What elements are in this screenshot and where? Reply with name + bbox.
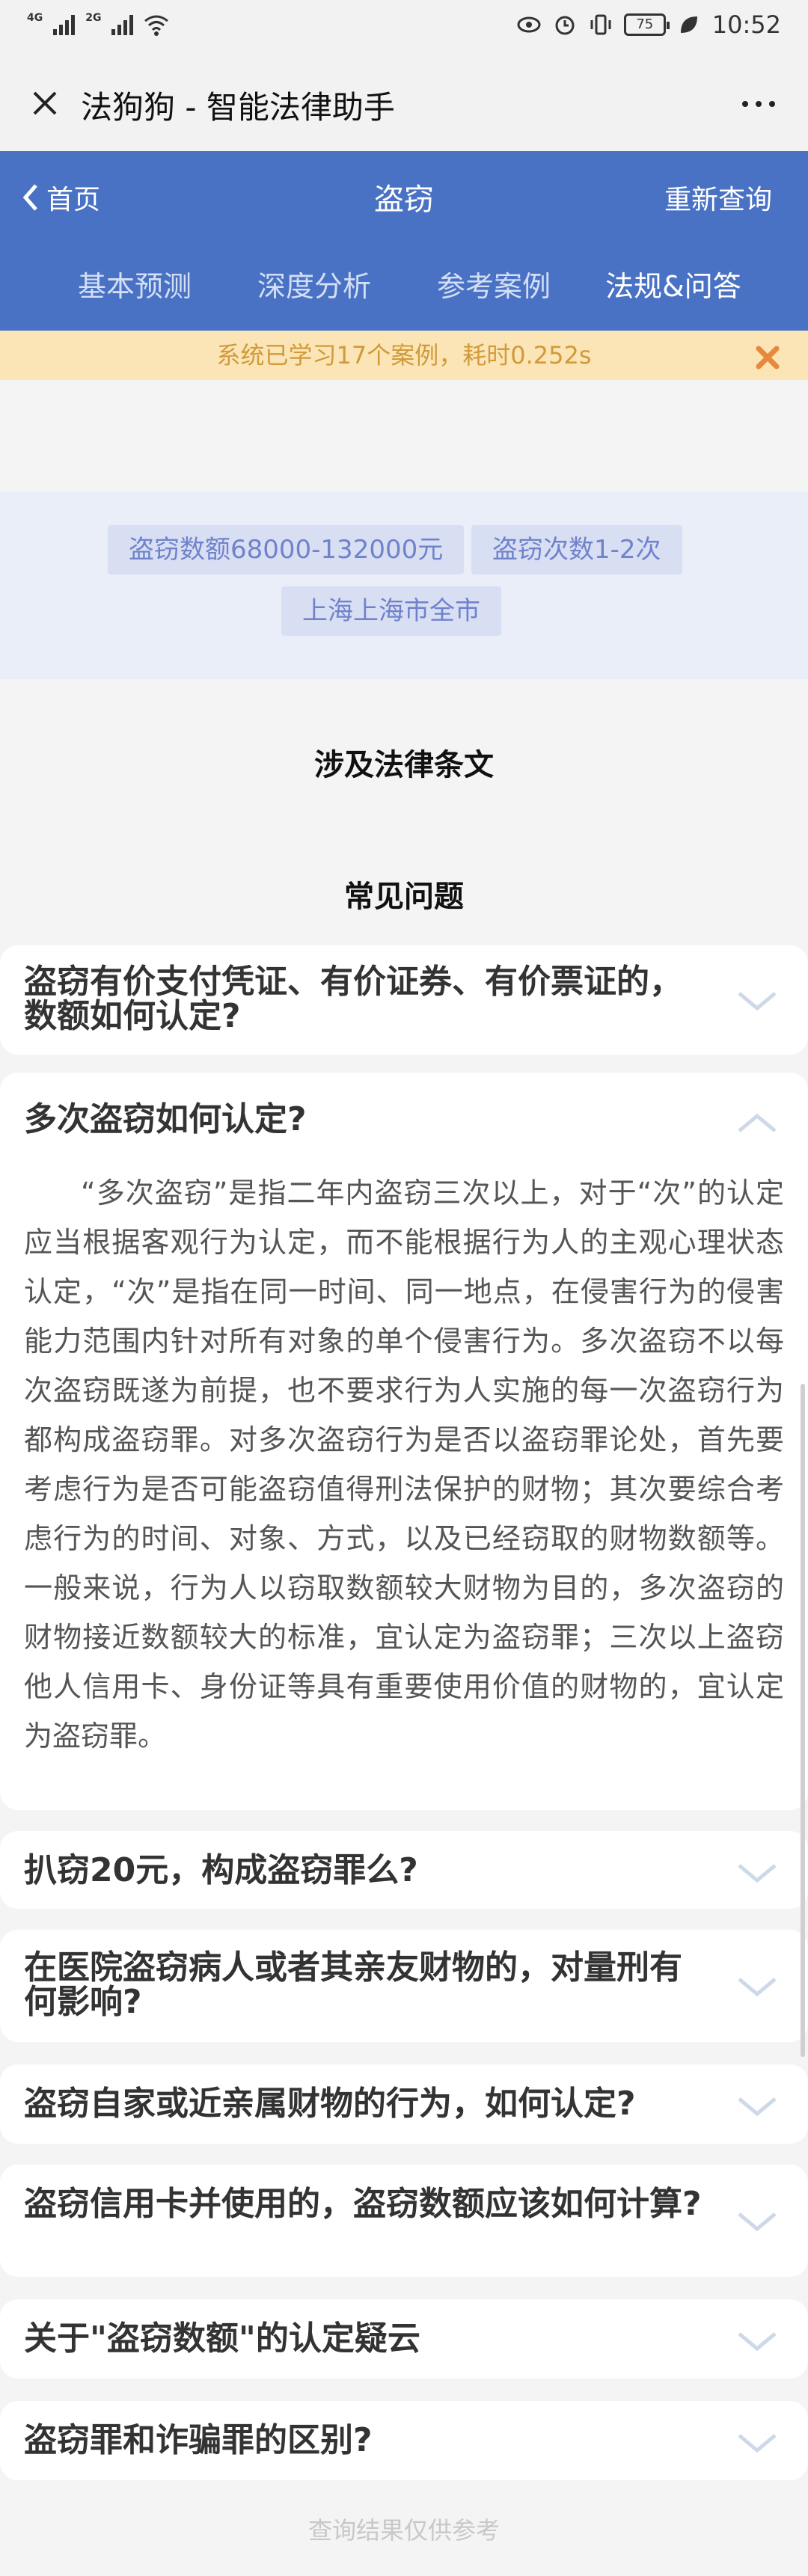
chevron-down-icon[interactable] bbox=[735, 2091, 780, 2121]
network-type-2: 2G bbox=[85, 12, 102, 24]
wifi-icon bbox=[144, 15, 169, 36]
chevron-down-icon[interactable] bbox=[735, 1972, 780, 2002]
tab-bar: 基本预测 深度分析 参考案例 法规&问答 bbox=[0, 256, 808, 304]
query-tags: 盗窃数额68000-132000元 盗窃次数1-2次 上海上海市全市 bbox=[0, 492, 808, 679]
chevron-down-icon[interactable] bbox=[735, 2326, 780, 2356]
network-type-1: 4G bbox=[27, 12, 43, 24]
faq-question[interactable]: 盗窃自家或近亲属财物的行为，如何认定? bbox=[24, 2087, 703, 2121]
disclaimer-footer: 查询结果仅供参考 bbox=[307, 2516, 500, 2545]
leaf-icon bbox=[680, 16, 697, 33]
page-header: 首页 盗窃 重新查询 基本预测 深度分析 参考案例 法规&问答 bbox=[0, 151, 808, 331]
battery-icon: 75 bbox=[623, 13, 670, 36]
faq-section-title: 常见问题 bbox=[344, 880, 464, 914]
faq-question[interactable]: 盗窃有价支付凭证、有价证券、有价票证的，数额如何认定? bbox=[24, 965, 703, 1034]
notice-text: 系统已学习17个案例，耗时0.252s bbox=[216, 341, 592, 369]
faq-question[interactable]: 多次盗窃如何认定? bbox=[24, 1103, 703, 1137]
chevron-down-icon[interactable] bbox=[735, 2428, 780, 2458]
clock-time: 10:52 bbox=[711, 10, 781, 39]
tab-laws-qa[interactable]: 法规&问答 bbox=[584, 256, 763, 304]
faq-answer: “多次盗窃”是指二年内盗窃三次以上，对于“次”的认定应当根据客观行为认定，而不能… bbox=[24, 1177, 784, 1752]
close-notice-icon[interactable] bbox=[753, 343, 783, 372]
chevron-up-icon[interactable] bbox=[735, 1108, 780, 1138]
scrollbar[interactable] bbox=[801, 1384, 805, 2057]
faq-item-expanded[interactable]: 多次盗窃如何认定? “多次盗窃”是指二年内盗窃三次以上，对于“次”的认定应当根据… bbox=[0, 1073, 808, 1810]
faq-question[interactable]: 关于"盗窃数额"的认定疑云 bbox=[24, 2322, 703, 2356]
chevron-down-icon[interactable] bbox=[735, 986, 780, 1016]
tab-reference-cases[interactable]: 参考案例 bbox=[404, 256, 584, 304]
faq-item[interactable]: 盗窃有价支付凭证、有价证券、有价票证的，数额如何认定? bbox=[0, 945, 808, 1055]
signal-icon-2 bbox=[111, 14, 134, 35]
faq-item[interactable]: 盗窃信用卡并使用的，盗窃数额应该如何计算? bbox=[0, 2165, 808, 2277]
faq-question[interactable]: 扒窃20元，构成盗窃罪么? bbox=[24, 1853, 703, 1888]
eye-icon bbox=[517, 16, 541, 33]
tag-region: 上海上海市全市 bbox=[281, 586, 501, 636]
faq-item[interactable]: 盗窃自家或近亲属财物的行为，如何认定? bbox=[0, 2064, 808, 2144]
faq-item[interactable]: 关于"盗窃数额"的认定疑云 bbox=[0, 2299, 808, 2379]
tab-deep-analysis[interactable]: 深度分析 bbox=[224, 256, 404, 304]
laws-section-title: 涉及法律条文 bbox=[314, 748, 494, 782]
browser-title-bar: 法狗狗 - 智能法律助手 bbox=[0, 55, 808, 151]
app-title: 法狗狗 - 智能法律助手 bbox=[81, 89, 395, 126]
tag-amount: 盗窃数额68000-132000元 bbox=[108, 525, 465, 574]
chevron-down-icon[interactable] bbox=[735, 1858, 780, 1888]
learning-notice: 系统已学习17个案例，耗时0.252s bbox=[0, 331, 808, 380]
tab-basic-prediction[interactable]: 基本预测 bbox=[45, 256, 224, 304]
chevron-down-icon[interactable] bbox=[735, 2207, 780, 2236]
faq-item[interactable]: 扒窃20元，构成盗窃罪么? bbox=[0, 1831, 808, 1909]
more-icon[interactable] bbox=[736, 85, 781, 123]
vibrate-icon bbox=[590, 14, 611, 35]
close-icon[interactable] bbox=[22, 81, 67, 126]
faq-question[interactable]: 在医院盗窃病人或者其亲友财物的，对量刑有何影响? bbox=[24, 1951, 703, 2020]
status-bar: 4G 2G 75 10:52 bbox=[0, 0, 808, 55]
faq-question[interactable]: 盗窃信用卡并使用的，盗窃数额应该如何计算? bbox=[24, 2187, 703, 2221]
faq-item[interactable]: 在医院盗窃病人或者其亲友财物的，对量刑有何影响? bbox=[0, 1930, 808, 2042]
faq-item[interactable]: 盗窃罪和诈骗罪的区别? bbox=[0, 2401, 808, 2480]
requery-button[interactable]: 重新查询 bbox=[664, 178, 772, 217]
alarm-icon bbox=[555, 16, 575, 35]
faq-question[interactable]: 盗窃罪和诈骗罪的区别? bbox=[24, 2423, 703, 2458]
signal-icon bbox=[53, 14, 76, 35]
tag-count: 盗窃次数1-2次 bbox=[471, 525, 682, 574]
